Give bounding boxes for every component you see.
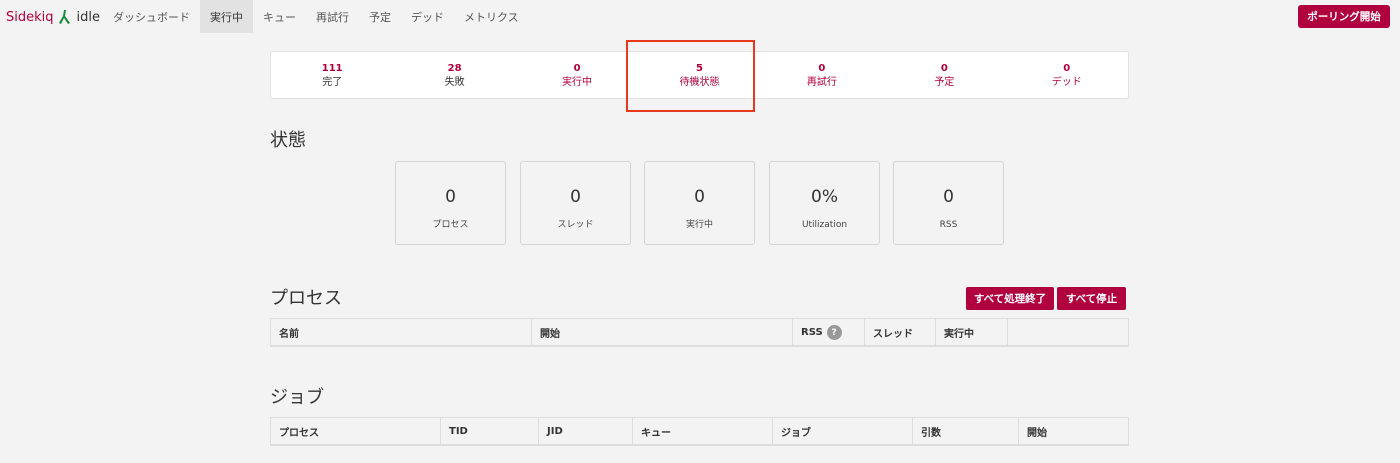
summary-count: 0 bbox=[1063, 63, 1071, 74]
col-threads: スレッド bbox=[865, 319, 936, 346]
brand-status: idle bbox=[76, 9, 100, 25]
nav-menu: ダッシュボード 実行中 キュー 再試行 予定 デッド メトリクス bbox=[103, 0, 529, 33]
stat-threads: 0 スレッド bbox=[520, 161, 631, 245]
stat-value: 0% bbox=[811, 187, 838, 207]
brand-name: Sidekiq bbox=[6, 9, 54, 25]
nav-item-dead[interactable]: デッド bbox=[401, 0, 454, 33]
col-queue: キュー bbox=[633, 418, 773, 445]
stat-value: 0 bbox=[570, 187, 581, 207]
summary-bar: 111 完了 28 失敗 0 実行中 5 待機状態 0 再試行 0 予定 0 デ… bbox=[270, 51, 1129, 99]
col-actions bbox=[1008, 319, 1128, 346]
col-rss: RSS ? bbox=[793, 319, 865, 346]
stop-all-button[interactable]: すべて停止 bbox=[1057, 287, 1126, 310]
nav-item-metrics[interactable]: メトリクス bbox=[454, 0, 529, 33]
summary-enqueued[interactable]: 5 待機状態 bbox=[638, 52, 760, 98]
stat-value: 0 bbox=[445, 187, 456, 207]
summary-label: 予定 bbox=[934, 77, 955, 88]
col-busy: 実行中 bbox=[936, 319, 1008, 346]
summary-label: 実行中 bbox=[562, 77, 593, 88]
stat-rss: 0 RSS bbox=[893, 161, 1004, 245]
summary-count: 28 bbox=[447, 63, 462, 74]
summary-label: 待機状態 bbox=[679, 77, 720, 88]
summary-failed[interactable]: 28 失敗 bbox=[393, 52, 515, 98]
processes-table-header: 名前 開始 RSS ? スレッド 実行中 bbox=[270, 318, 1129, 347]
stat-busy: 0 実行中 bbox=[644, 161, 755, 245]
summary-scheduled[interactable]: 0 予定 bbox=[883, 52, 1005, 98]
nav-item-busy[interactable]: 実行中 bbox=[200, 0, 253, 33]
processes-title: プロセス bbox=[270, 288, 342, 309]
stat-value: 0 bbox=[694, 187, 705, 207]
start-polling-button[interactable]: ポーリング開始 bbox=[1298, 5, 1390, 28]
jobs-table-header: プロセス TID JID キュー ジョブ 引数 開始 bbox=[270, 417, 1129, 446]
summary-retries[interactable]: 0 再試行 bbox=[761, 52, 883, 98]
col-rss-label: RSS bbox=[801, 327, 823, 338]
col-job-started: 開始 bbox=[1027, 428, 1047, 439]
stat-label: スレッド bbox=[557, 220, 594, 230]
col-process: プロセス bbox=[271, 418, 441, 445]
summary-count: 0 bbox=[573, 63, 581, 74]
stat-value: 0 bbox=[943, 187, 954, 207]
summary-busy[interactable]: 0 実行中 bbox=[516, 52, 638, 98]
col-name: 名前 bbox=[271, 319, 532, 346]
summary-label: 完了 bbox=[322, 77, 343, 88]
stat-label: プロセス bbox=[432, 220, 469, 230]
col-tid: TID bbox=[441, 418, 539, 445]
col-jid: JID bbox=[539, 418, 633, 445]
summary-count: 111 bbox=[321, 63, 343, 74]
nav-item-queues[interactable]: キュー bbox=[253, 0, 306, 33]
brand[interactable]: Sidekiq idle bbox=[6, 8, 100, 26]
summary-count: 0 bbox=[818, 63, 826, 74]
col-job: ジョブ bbox=[773, 418, 913, 445]
stat-processes: 0 プロセス bbox=[395, 161, 506, 245]
help-icon[interactable]: ? bbox=[826, 325, 842, 340]
nav-item-retries[interactable]: 再試行 bbox=[306, 0, 359, 33]
navbar: Sidekiq idle ダッシュボード 実行中 キュー 再試行 予定 デッド … bbox=[0, 0, 1400, 33]
stat-utilization: 0% Utilization bbox=[769, 161, 880, 245]
summary-label: 再試行 bbox=[806, 77, 837, 88]
col-args: 引数 bbox=[913, 418, 1019, 445]
summary-label: デッド bbox=[1051, 77, 1082, 88]
status-title: 状態 bbox=[270, 130, 306, 151]
nav-item-dashboard[interactable]: ダッシュボード bbox=[103, 0, 200, 33]
jobs-title: ジョブ bbox=[270, 387, 324, 408]
stat-label: 実行中 bbox=[685, 220, 713, 230]
summary-count: 5 bbox=[695, 63, 703, 74]
stat-label: RSS bbox=[939, 220, 958, 230]
quiet-all-button[interactable]: すべて処理終了 bbox=[966, 287, 1054, 310]
summary-dead[interactable]: 0 デッド bbox=[1006, 52, 1128, 98]
summary-label: 失敗 bbox=[444, 77, 465, 88]
stat-label: Utilization bbox=[801, 220, 848, 230]
summary-processed[interactable]: 111 完了 bbox=[271, 52, 393, 98]
sidekiq-logo-icon bbox=[58, 9, 72, 25]
summary-count: 0 bbox=[940, 63, 948, 74]
nav-item-scheduled[interactable]: 予定 bbox=[359, 0, 401, 33]
col-started: 開始 bbox=[532, 319, 793, 346]
